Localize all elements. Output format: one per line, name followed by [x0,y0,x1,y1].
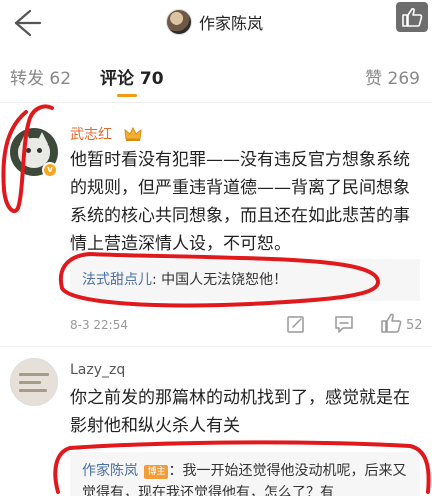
reply-author-link[interactable]: 作家陈岚 [82,463,138,479]
tab-repost-label: 转发 [10,69,44,89]
like-post-button[interactable] [396,2,428,32]
top-bar: 作家陈岚 [0,0,432,46]
tab-repost-count: 62 [49,69,72,89]
comment-text: 他暂时看没有犯罪——没有违反官方想象系统的规则，但严重违背道德——背离了民间想象… [70,150,410,254]
reply-author-link[interactable]: 法式甜点儿 [82,272,152,288]
tab-comment-count: 70 [139,69,164,89]
reply-preview[interactable]: 法式甜点儿: 中国人无法饶恕他！ [70,259,420,301]
reply-text: : 中国人无法饶恕他！ [152,272,288,288]
avatar-text-line [19,381,41,384]
active-tab-indicator [117,94,137,97]
comment-text: 你之前发的那篇林的动机找到了，感觉就是在影射他和纵火杀人有关 [70,388,410,436]
cat-eye-shape [26,148,31,153]
back-arrow-icon[interactable] [8,6,42,40]
tab-like-count: 269 [387,69,420,89]
thumbs-up-icon [402,8,423,27]
header-title[interactable]: 作家陈岚 [166,7,263,37]
tab-comment[interactable]: 评论 70 [100,64,164,89]
commenter-name[interactable]: 武志红 [70,124,112,144]
repost-icon[interactable] [286,314,306,334]
tab-like[interactable]: 赞 269 [365,64,420,89]
commenter-name[interactable]: Lazy_zq [70,362,125,378]
crown-icon [124,126,142,141]
tab-repost[interactable]: 转发 62 [10,64,71,89]
avatar-text-line [19,389,47,392]
tab-comment-label: 评论 [100,69,134,89]
verified-badge-icon: v [42,162,58,178]
reply-preview[interactable]: 作家陈岚 博主 ：我一开始还觉得他没动机呢，后来又觉得有，现在我还觉得他有，怎么了… [70,452,420,496]
author-badge: 博主 [144,465,169,479]
thumbs-up-icon[interactable] [380,312,402,334]
author-avatar[interactable] [166,9,192,35]
page-title: 作家陈岚 [199,14,264,33]
comment-tabs: 转发 62 评论 70 赞 269 [0,46,432,102]
tabs-divider [0,102,432,103]
like-count: 52 [406,318,423,333]
tab-like-label: 赞 [365,69,383,89]
comment-timestamp: 8-3 22:54 [70,318,128,332]
comment-divider [0,346,432,347]
avatar-text-line [19,373,49,376]
commenter-avatar[interactable] [10,358,58,406]
reply-icon[interactable] [334,314,354,334]
cat-eye-shape [37,148,42,153]
